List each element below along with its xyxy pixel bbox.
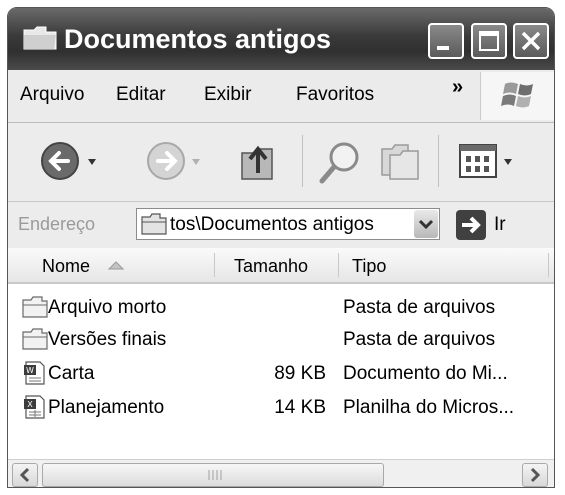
close-button[interactable]: [513, 23, 549, 59]
file-name: Carta: [48, 363, 95, 384]
toolbar-separator: [302, 135, 303, 187]
list-item[interactable]: W Carta 89 KB Documento do Mi...: [8, 358, 554, 390]
chevron-down-icon: [418, 219, 434, 230]
file-name: Versões finais: [48, 329, 167, 350]
column-header-name[interactable]: Nome: [42, 256, 90, 277]
menu-overflow-chevron[interactable]: »: [452, 76, 463, 99]
go-button[interactable]: [456, 210, 486, 240]
back-button[interactable]: [38, 139, 108, 183]
windows-logo-icon: [501, 82, 533, 108]
file-type: Pasta de arquivos: [343, 329, 496, 350]
chevron-left-icon: [19, 467, 30, 483]
go-arrow-icon: [462, 216, 481, 234]
explorer-window: Documentos antigos Arquivo Editar Exibir…: [7, 7, 555, 488]
toolbar-separator: [438, 135, 439, 187]
maximize-button[interactable]: [471, 23, 507, 59]
column-header-type[interactable]: Tipo: [352, 256, 386, 277]
horizontal-scrollbar[interactable]: [8, 459, 554, 487]
folder-icon: [22, 296, 48, 318]
column-separator[interactable]: [214, 253, 215, 277]
list-item[interactable]: Arquivo morto Pasta de arquivos: [8, 292, 554, 324]
address-input[interactable]: tos\Documentos antigos: [136, 208, 440, 240]
toolbar: [8, 123, 554, 202]
file-type: Pasta de arquivos: [343, 297, 496, 318]
scrollbar-thumb[interactable]: [42, 463, 384, 487]
minimize-icon: [437, 46, 449, 50]
file-type: Planilha do Micros...: [343, 397, 515, 418]
file-type: Documento do Mi...: [343, 363, 508, 384]
go-label[interactable]: Ir: [494, 214, 506, 236]
file-name: Planejamento: [48, 397, 165, 418]
menu-favoritos[interactable]: Favoritos: [296, 84, 374, 106]
list-item[interactable]: Versões finais Pasta de arquivos: [8, 324, 554, 356]
address-bar: Endereço tos\Documentos antigos Ir: [8, 202, 554, 249]
forward-button[interactable]: [144, 139, 214, 183]
minimize-button[interactable]: [428, 23, 464, 59]
scroll-right-button[interactable]: [522, 463, 548, 487]
svg-text:W: W: [26, 366, 34, 375]
search-icon[interactable]: [316, 137, 366, 187]
folder-icon: [141, 213, 167, 235]
list-item[interactable]: X Planejamento 14 KB Planilha do Micros.…: [8, 392, 554, 424]
windows-logo-area: [480, 72, 554, 120]
window-title: Documentos antigos: [64, 24, 332, 54]
folder-icon: [22, 328, 48, 350]
menu-bar: Arquivo Editar Exibir Favoritos »: [8, 70, 554, 123]
menu-arquivo[interactable]: Arquivo: [20, 84, 84, 106]
menu-exibir[interactable]: Exibir: [204, 84, 252, 106]
folder-icon: [23, 26, 57, 50]
svg-text:X: X: [27, 400, 33, 409]
address-label: Endereço: [18, 214, 96, 234]
maximize-icon: [479, 31, 499, 51]
file-list: Nome Tamanho Tipo Arquivo morto Pasta de…: [8, 248, 554, 487]
folders-icon[interactable]: [378, 139, 428, 183]
file-size: 14 KB: [274, 397, 326, 418]
word-document-icon: W: [24, 361, 45, 385]
views-icon[interactable]: [458, 143, 528, 183]
chevron-right-icon: [530, 467, 541, 483]
grip-icon: [208, 470, 222, 480]
file-size: 89 KB: [274, 363, 326, 384]
file-name: Arquivo morto: [48, 297, 167, 318]
sort-ascending-icon: [108, 261, 124, 270]
up-folder-icon[interactable]: [236, 137, 286, 185]
scroll-left-button[interactable]: [12, 463, 38, 487]
excel-spreadsheet-icon: X: [24, 395, 45, 419]
address-dropdown-button[interactable]: [414, 210, 438, 238]
column-separator[interactable]: [548, 253, 549, 277]
menu-editar[interactable]: Editar: [116, 84, 166, 106]
close-icon: [521, 31, 541, 51]
column-headers: Nome Tamanho Tipo: [8, 248, 554, 284]
column-header-size[interactable]: Tamanho: [234, 256, 308, 277]
column-separator[interactable]: [338, 253, 339, 277]
address-value: tos\Documentos antigos: [170, 214, 374, 235]
title-bar[interactable]: Documentos antigos: [8, 8, 554, 70]
